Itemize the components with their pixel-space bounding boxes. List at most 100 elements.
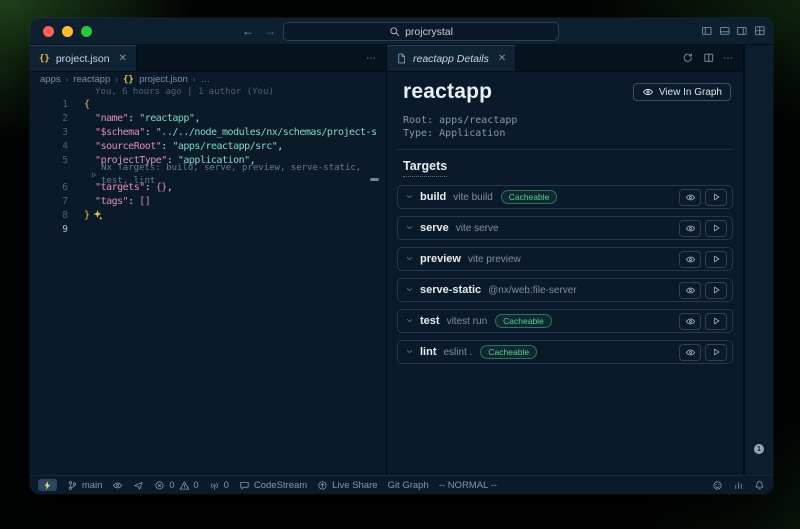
run-target-button[interactable] <box>705 282 727 299</box>
chevron-right-icon: › <box>115 75 118 84</box>
status-git-graph[interactable]: Git Graph <box>388 480 429 491</box>
tab-label: reactapp Details <box>413 53 489 65</box>
view-target-button[interactable] <box>679 220 701 237</box>
minimize-button[interactable] <box>62 26 73 37</box>
status-problems[interactable]: 00 <box>154 480 198 491</box>
run-target-button[interactable] <box>705 220 727 237</box>
toggle-panel-left-icon[interactable] <box>701 25 713 37</box>
breadcrumb-item[interactable]: apps <box>40 74 61 85</box>
code-editor[interactable]: You, 6 hours ago | 1 author (You) 1{2 "n… <box>30 86 386 475</box>
code-line[interactable]: 1{ <box>30 98 386 112</box>
branch-icon <box>67 480 78 491</box>
more-actions-icon[interactable]: ⋯ <box>723 53 733 64</box>
chevron-down-icon[interactable] <box>405 254 414 264</box>
run-target-button[interactable] <box>705 344 727 361</box>
status-codestream[interactable]: CodeStream <box>239 480 307 491</box>
view-in-graph-button[interactable]: View In Graph <box>633 83 731 101</box>
code-line[interactable]: 4 "sourceRoot": "apps/reactapp/src", <box>30 140 386 154</box>
view-target-button[interactable] <box>679 313 701 330</box>
chevron-down-icon[interactable] <box>405 223 414 233</box>
play-icon <box>711 254 721 264</box>
cacheable-badge: Cacheable <box>495 314 552 328</box>
zoom-button[interactable] <box>81 26 92 37</box>
history-nav: ← → <box>242 18 276 44</box>
play-icon <box>711 192 721 202</box>
comment-icon <box>239 480 250 491</box>
back-icon[interactable]: ← <box>242 24 254 38</box>
project-title: reactapp <box>403 80 492 104</box>
status-extension-indicator[interactable] <box>133 480 144 491</box>
status-feedback-smiley[interactable] <box>712 480 723 491</box>
meta-value: Application <box>439 128 505 139</box>
close-tab-icon[interactable]: ✕ <box>498 53 506 64</box>
cacheable-badge: Cacheable <box>480 345 537 359</box>
target-name: lint <box>420 346 437 358</box>
breadcrumb-item[interactable]: reactapp <box>73 74 110 85</box>
bars-icon <box>733 480 744 491</box>
title-bar: ← → projcrystal <box>30 18 773 45</box>
chevron-down-icon[interactable] <box>405 285 414 295</box>
target-row-serve-static[interactable]: serve-static @nx/web:file-server <box>397 278 733 302</box>
breadcrumb-item[interactable]: … <box>200 74 210 85</box>
eye-icon <box>685 285 696 296</box>
gear-badge: 1 <box>754 444 764 454</box>
chev-icon <box>405 192 414 201</box>
target-row-test[interactable]: test vitest run Cacheable <box>397 309 733 333</box>
run-target-button[interactable] <box>705 313 727 330</box>
target-executor: eslint . <box>444 347 473 358</box>
status-live-share[interactable]: Live Share <box>317 480 377 491</box>
code-line[interactable]: 3 "$schema": "../../node_modules/nx/sche… <box>30 126 386 140</box>
view-target-button[interactable] <box>679 282 701 299</box>
toggle-panel-right-icon[interactable] <box>736 25 748 37</box>
line-number: 1 <box>30 98 68 112</box>
breadcrumb-item[interactable]: {} project.json <box>123 74 188 85</box>
vscode-window: ← → projcrystal {} project.json ✕ ⋯ <box>30 18 773 494</box>
close-tab-icon[interactable]: ✕ <box>119 53 127 64</box>
view-target-button[interactable] <box>679 189 701 206</box>
target-name: serve-static <box>420 284 481 296</box>
code-line[interactable]: 2 "name": "reactapp", <box>30 112 386 126</box>
line-number: 6 <box>30 181 68 195</box>
tab-project-json[interactable]: {} project.json ✕ <box>30 45 137 71</box>
chevron-down-icon[interactable] <box>405 316 414 326</box>
forward-icon[interactable]: → <box>264 24 276 38</box>
status-broadcast-count[interactable]: 0 <box>209 480 229 491</box>
view-target-button[interactable] <box>679 344 701 361</box>
right-editor-group: reactapp Details ✕ ⋯ reactapp View In Gr… <box>387 45 744 475</box>
code-line[interactable]: 8} <box>30 209 386 223</box>
target-row-serve[interactable]: serve vite serve <box>397 216 733 240</box>
close-button[interactable] <box>43 26 54 37</box>
target-name: preview <box>420 253 461 265</box>
status-notifications-bell[interactable] <box>754 480 765 491</box>
status-status-misc[interactable] <box>733 480 744 491</box>
more-actions-icon[interactable]: ⋯ <box>366 53 376 64</box>
code-line[interactable]: 7 "tags": [] <box>30 195 386 209</box>
breadcrumb[interactable]: apps›reactapp›{} project.json›… <box>30 72 386 86</box>
target-row-lint[interactable]: lint eslint . Cacheable <box>397 340 733 364</box>
run-target-button[interactable] <box>705 251 727 268</box>
target-row-build[interactable]: build vite build Cacheable <box>397 185 733 209</box>
view-target-button[interactable] <box>679 251 701 268</box>
chev-icon <box>405 347 414 356</box>
status-remote-indicator[interactable] <box>38 479 57 492</box>
split-editor-icon[interactable] <box>703 52 715 64</box>
code-line[interactable]: 9 <box>30 223 386 237</box>
ai-sparkle-icon[interactable] <box>92 210 103 221</box>
status-vim-mode[interactable]: -- NORMAL -- <box>439 480 497 491</box>
toggle-panel-bottom-icon[interactable] <box>719 25 731 37</box>
command-center-search[interactable]: projcrystal <box>283 22 559 41</box>
line-number: 4 <box>30 140 68 154</box>
customize-layout-icon[interactable] <box>754 25 766 37</box>
tower-icon <box>209 480 220 491</box>
chevron-down-icon[interactable] <box>405 192 414 202</box>
chevron-down-icon[interactable] <box>405 347 414 357</box>
status-git-branch[interactable]: main <box>67 480 103 491</box>
target-row-preview[interactable]: preview vite preview <box>397 247 733 271</box>
status-bar: main000CodeStreamLive ShareGit Graph-- N… <box>30 475 773 494</box>
status-gitlens-annotations[interactable] <box>112 480 123 491</box>
refresh-icon[interactable] <box>682 52 694 64</box>
tab-reactapp-details[interactable]: reactapp Details ✕ <box>387 45 516 71</box>
meta-label: Root: <box>403 115 433 126</box>
nx-targets-codelens[interactable]: Nx Targets: build, serve, preview, serve… <box>30 168 386 181</box>
run-target-button[interactable] <box>705 189 727 206</box>
